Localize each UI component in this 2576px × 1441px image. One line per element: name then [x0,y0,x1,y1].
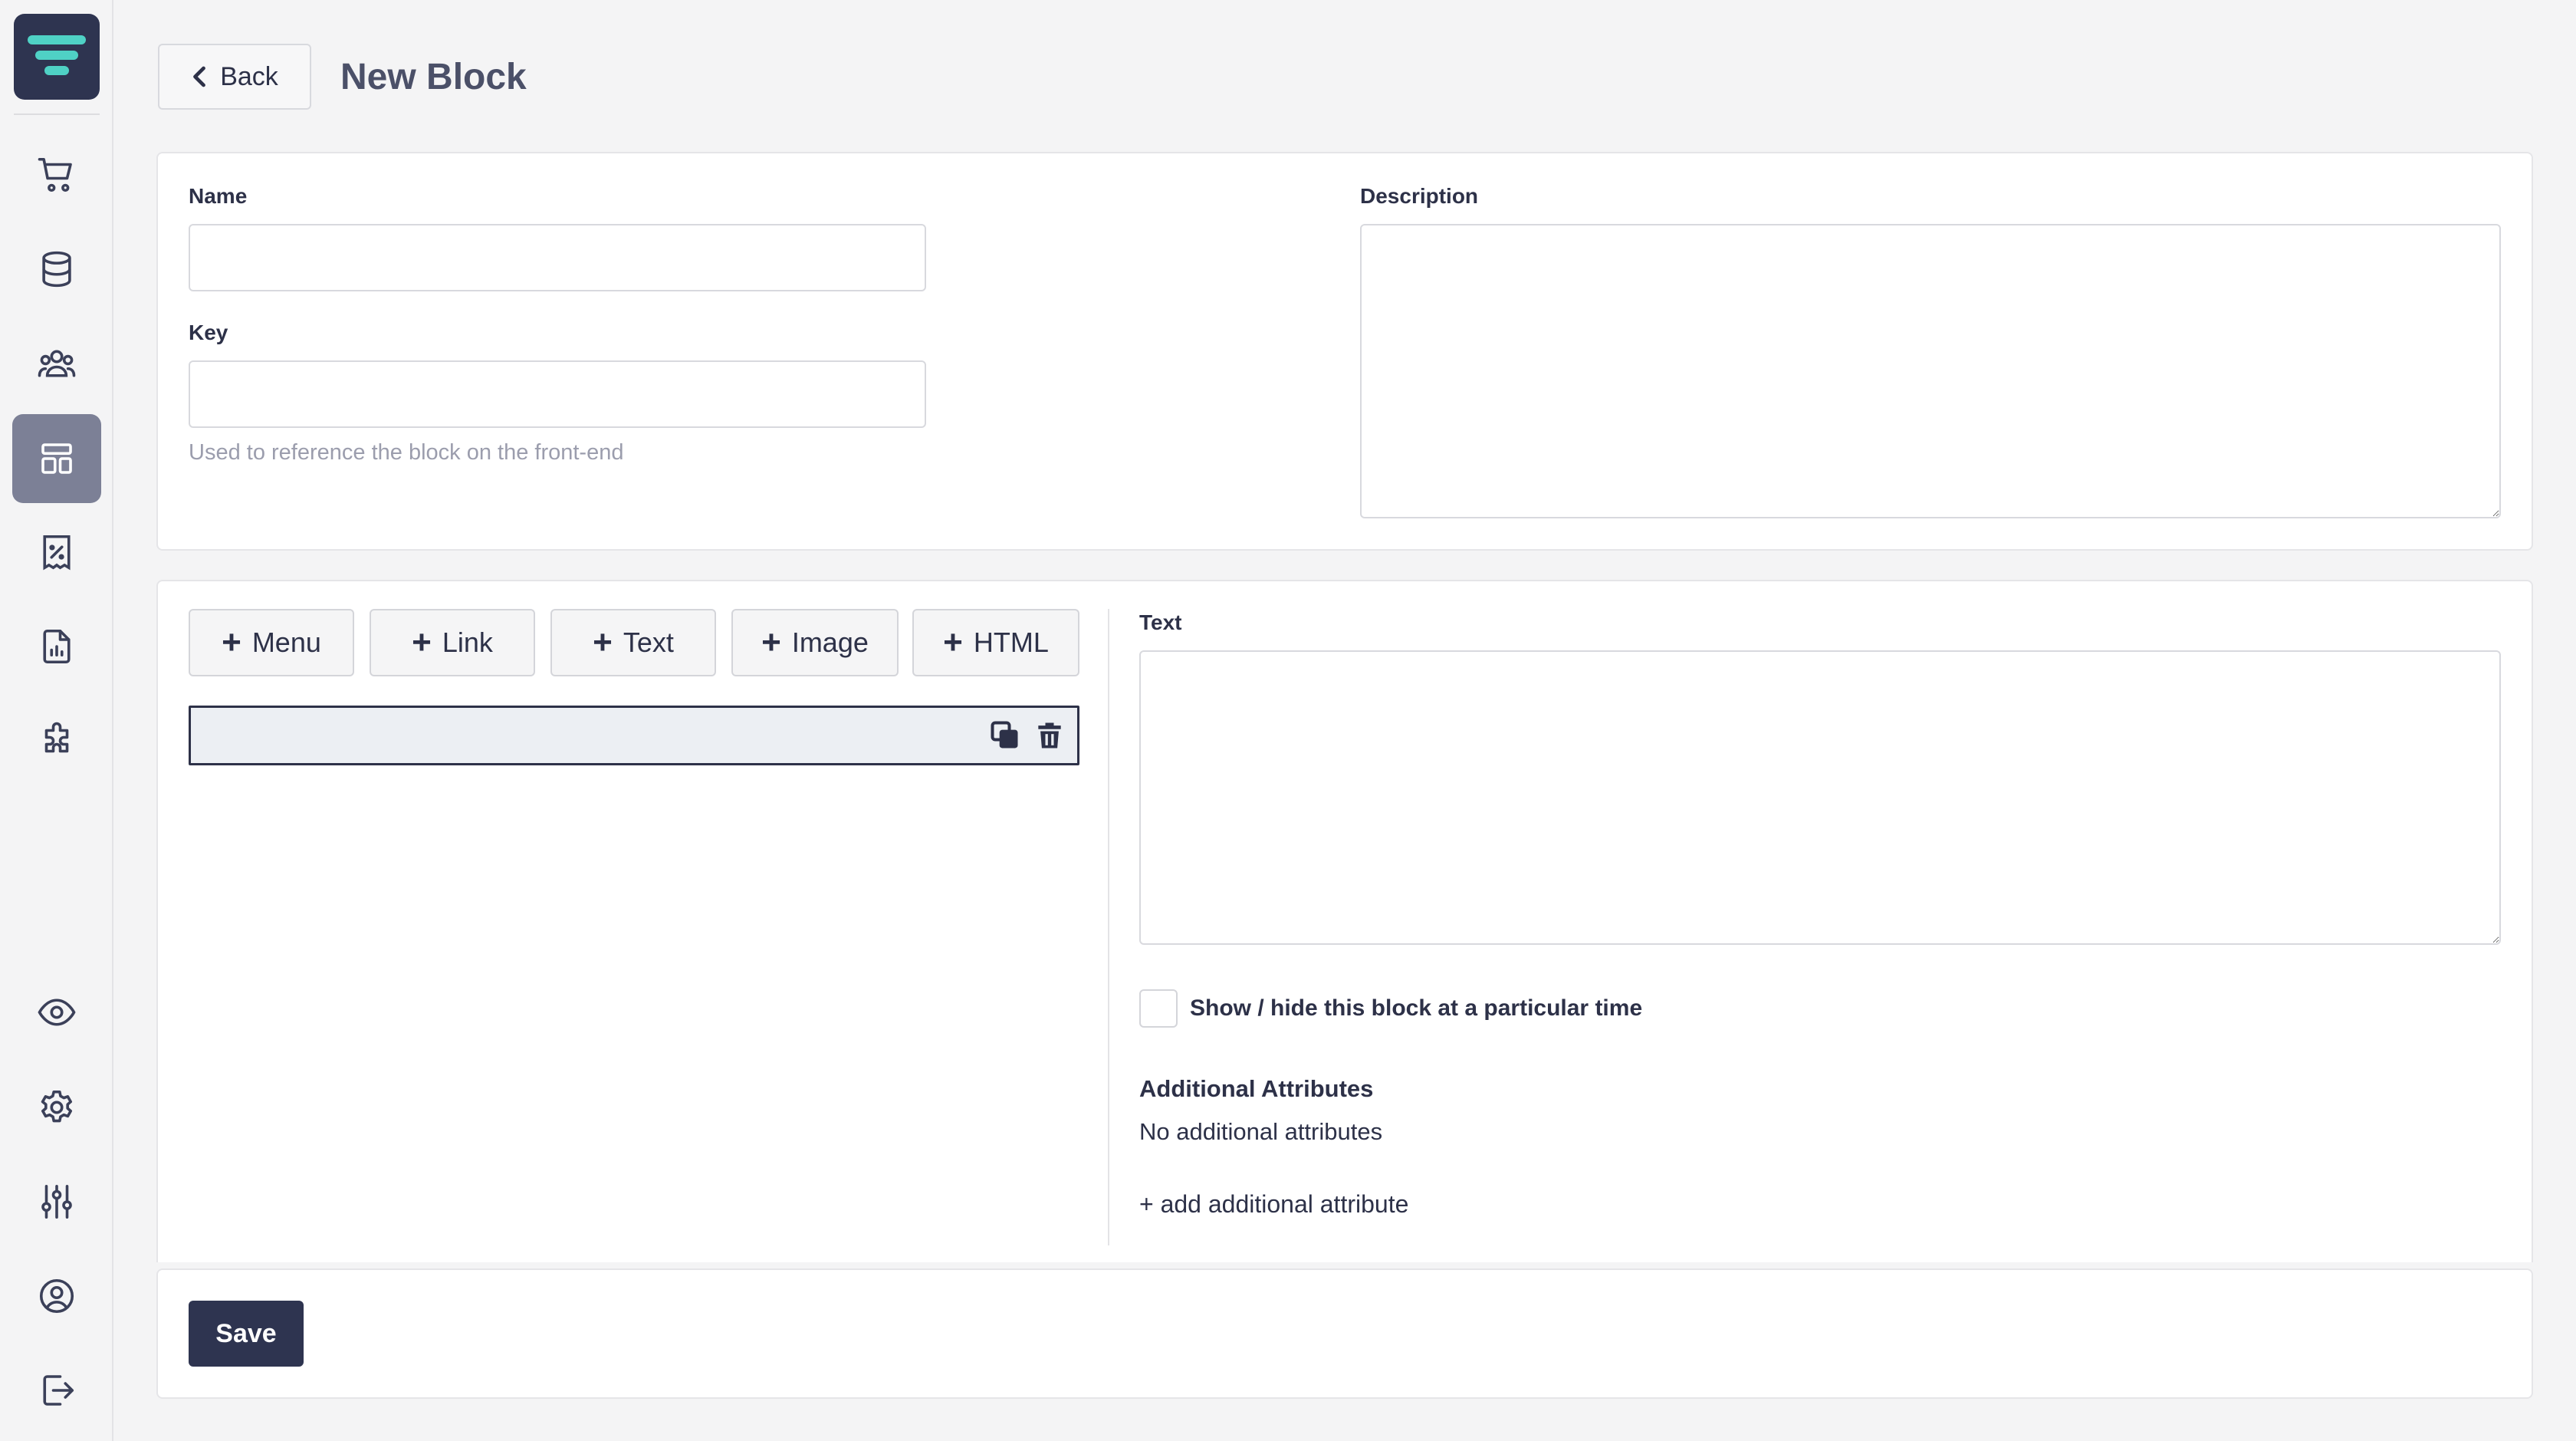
eye-icon [38,999,76,1026]
plus-icon: + [593,623,613,661]
key-label: Key [189,321,228,344]
sidebar-item-logout[interactable] [12,1346,101,1435]
footer-card [156,1268,2533,1399]
page-header: Back New Block [158,43,527,110]
sidebar-item-cart[interactable] [12,130,101,219]
plus-icon: + [222,623,242,661]
report-chart-icon [43,629,71,664]
add-link-label: Link [442,627,493,658]
logout-icon [43,1375,74,1406]
database-icon [42,251,71,288]
block-item[interactable] [189,706,1079,765]
users-icon [38,350,76,377]
chevron-left-icon [193,66,206,87]
sidebar-divider [14,114,100,115]
logo-icon[interactable] [14,14,100,100]
page-title: New Block [340,56,527,97]
plus-icon: + [761,623,781,661]
name-input[interactable] [189,224,926,291]
schedule-label: Show / hide this block at a particular t… [1190,995,1643,1021]
text-textarea[interactable] [1139,650,2501,945]
trash-icon[interactable] [1033,719,1066,752]
text-label: Text [1139,610,1182,634]
sidebar-item-discount[interactable] [12,508,101,597]
add-link-button[interactable]: + Link [370,609,535,676]
sidebar-item-extensions[interactable] [12,696,101,785]
add-menu-label: Menu [251,627,321,658]
description-textarea[interactable] [1360,224,2501,518]
sidebar-item-layout[interactable] [12,414,101,503]
sidebar-item-account[interactable] [12,1252,101,1341]
sidebar-item-settings[interactable] [12,1063,101,1152]
add-attribute-link[interactable]: + add additional attribute [1139,1190,1408,1219]
puzzle-icon [44,722,69,753]
cart-icon [38,157,72,192]
duplicate-icon[interactable] [988,719,1022,752]
add-text-button[interactable]: + Text [550,609,716,676]
add-html-label: HTML [973,627,1049,658]
add-menu-button[interactable]: + Menu [189,609,354,676]
sidebar-item-preview[interactable] [12,968,101,1057]
attributes-empty-text: No additional attributes [1139,1118,1383,1145]
back-label: Back [220,61,278,91]
sidebar [0,0,113,1441]
sliders-icon [41,1184,72,1219]
add-image-button[interactable]: + Image [731,609,899,676]
gear-icon [41,1090,73,1123]
receipt-percent-icon [43,535,71,571]
back-button[interactable]: Back [158,44,311,110]
layout-icon [41,443,72,474]
name-label: Name [189,184,248,208]
add-text-label: Text [623,627,674,658]
plus-icon: + [943,623,963,661]
save-button[interactable]: Save [189,1301,304,1367]
key-hint: Used to reference the block on the front… [189,440,624,465]
key-input[interactable] [189,360,926,428]
sidebar-item-reports[interactable] [12,602,101,691]
user-circle-icon [39,1278,74,1314]
description-label: Description [1360,184,1479,208]
add-html-button[interactable]: + HTML [912,609,1079,676]
attributes-title: Additional Attributes [1139,1075,1374,1102]
sidebar-item-users[interactable] [12,319,101,408]
schedule-checkbox[interactable] [1139,989,1178,1028]
sidebar-item-database[interactable] [12,225,101,314]
plus-icon: + [412,623,432,661]
builder-divider [1108,609,1109,1245]
sidebar-item-adjustments[interactable] [12,1157,101,1246]
add-image-label: Image [791,627,869,658]
